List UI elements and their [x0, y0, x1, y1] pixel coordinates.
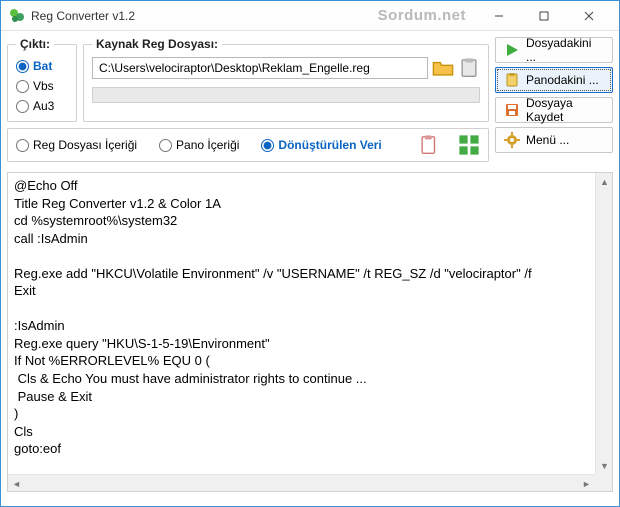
brand-label: Sordum.net: [378, 7, 466, 24]
paste-button[interactable]: [458, 57, 480, 79]
radio-reg-content[interactable]: Reg Dosyası İçeriği: [16, 138, 137, 152]
run-button[interactable]: [458, 134, 480, 156]
convert-from-clipboard-button[interactable]: Panodakini ...: [495, 67, 613, 93]
vertical-scrollbar[interactable]: ▲ ▼: [595, 173, 612, 474]
minimize-button[interactable]: [476, 1, 521, 30]
scroll-up-icon[interactable]: ▲: [596, 173, 613, 190]
convert-from-file-button[interactable]: Dosyadakini ...: [495, 37, 613, 63]
output-area: @Echo Off Title Reg Converter v1.2 & Col…: [7, 172, 613, 492]
close-button[interactable]: [566, 1, 611, 30]
scroll-left-icon[interactable]: ◄: [8, 475, 25, 492]
radio-au3[interactable]: Au3: [16, 99, 68, 113]
folder-open-icon: [432, 57, 454, 79]
clipboard-copy-icon: [418, 134, 440, 156]
source-path-input[interactable]: [92, 57, 428, 79]
window-title: Reg Converter v1.2: [31, 9, 135, 23]
view-mode-bar: Reg Dosyası İçeriği Pano İçeriği Dönüştü…: [7, 128, 489, 162]
radio-clipboard-content[interactable]: Pano İçeriği: [159, 138, 239, 152]
horizontal-scrollbar[interactable]: ◄ ►: [8, 474, 595, 491]
app-icon: [9, 8, 25, 24]
radio-bat[interactable]: Bat: [16, 59, 68, 73]
maximize-button[interactable]: [521, 1, 566, 30]
browse-button[interactable]: [432, 57, 454, 79]
progress-bar: [92, 87, 480, 103]
clipboard-icon: [458, 57, 480, 79]
scroll-right-icon[interactable]: ►: [578, 475, 595, 492]
copy-button[interactable]: [418, 134, 440, 156]
output-text[interactable]: @Echo Off Title Reg Converter v1.2 & Col…: [8, 173, 612, 462]
play-green-icon: [504, 42, 520, 58]
save-to-file-button[interactable]: Dosyaya Kaydet: [495, 97, 613, 123]
source-legend: Kaynak Reg Dosyası:: [92, 37, 222, 51]
scroll-down-icon[interactable]: ▼: [596, 457, 613, 474]
output-format-group: Çıktı: Bat Vbs Au3: [7, 37, 77, 122]
radio-vbs[interactable]: Vbs: [16, 79, 68, 93]
output-legend: Çıktı:: [16, 37, 54, 51]
source-file-group: Kaynak Reg Dosyası:: [83, 37, 489, 122]
gear-icon: [504, 132, 520, 148]
clipboard-yellow-icon: [504, 72, 520, 88]
titlebar: Reg Converter v1.2 Sordum.net: [1, 1, 619, 31]
radio-converted-data[interactable]: Dönüştürülen Veri: [261, 138, 381, 152]
grid-play-icon: [458, 134, 480, 156]
menu-button[interactable]: Menü ...: [495, 127, 613, 153]
scrollbar-corner: [595, 474, 612, 491]
save-disk-icon: [504, 102, 520, 118]
